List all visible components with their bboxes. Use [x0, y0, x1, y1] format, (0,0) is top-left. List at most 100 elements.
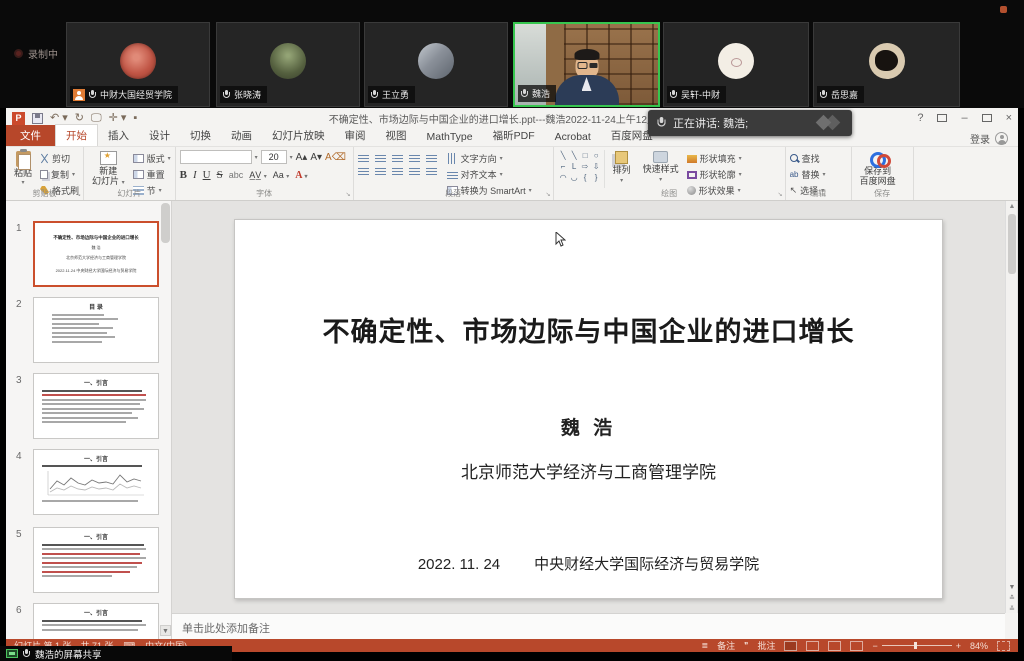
dialog-launcher-icon[interactable]: ↘	[346, 191, 351, 198]
normal-view-button[interactable]	[784, 641, 797, 651]
current-slide[interactable]: 不确定性、市场边际与中国企业的进口增长 魏 浩 北京师范大学经济与工商管理学院 …	[234, 219, 943, 599]
touch-mode-icon[interactable]: ✛ ▾	[109, 112, 127, 125]
align-center-icon[interactable]	[375, 166, 386, 175]
notes-toggle[interactable]: 备注	[717, 639, 735, 652]
dialog-launcher-icon[interactable]: ↘	[76, 191, 81, 198]
save-to-baidu-button[interactable]: 保存到百度网盘	[856, 150, 900, 188]
tab-home[interactable]: 开始	[55, 124, 98, 146]
bold-button[interactable]: B	[180, 169, 187, 181]
next-slide-icon[interactable]: ≚	[1006, 605, 1018, 613]
thumbnail-scrollbar[interactable]	[161, 203, 170, 243]
minimize-button[interactable]: –	[961, 112, 967, 124]
font-size-combobox[interactable]: 20	[261, 150, 287, 164]
fit-to-window-button[interactable]	[997, 641, 1010, 651]
numbering-icon[interactable]	[375, 153, 386, 162]
shape-fill-button[interactable]: 形状填充 ▾	[687, 152, 742, 165]
copy-button[interactable]: 复制 ▾	[40, 168, 79, 181]
tab-review[interactable]: 审阅	[335, 125, 376, 146]
quick-styles-button[interactable]: 快速样式 ▾	[639, 150, 683, 188]
increase-font-icon[interactable]: A▴	[296, 152, 308, 163]
underline-button[interactable]: U	[203, 169, 211, 181]
slideshow-icon[interactable]: 🖵	[91, 112, 102, 125]
participant-tile[interactable]: 张晓涛	[216, 22, 360, 107]
tab-view[interactable]: 视图	[376, 125, 417, 146]
tab-foxit-pdf[interactable]: 福昕PDF	[483, 125, 545, 146]
strikethrough-button[interactable]: S	[217, 169, 223, 181]
participant-tile[interactable]: 中财大国经贸学院	[66, 22, 210, 107]
customize-qat-icon[interactable]: ▪	[133, 112, 137, 125]
change-case-button[interactable]: Aa ▾	[273, 170, 290, 180]
tab-transitions[interactable]: 切换	[180, 125, 221, 146]
zoom-slider-knob[interactable]	[914, 642, 917, 649]
previous-slide-icon[interactable]: ≛	[1006, 594, 1018, 602]
slide-thumbnail[interactable]: 一、引言	[33, 527, 159, 593]
ribbon-display-button[interactable]	[937, 114, 947, 122]
login-area[interactable]: 登录	[970, 131, 1018, 146]
tab-acrobat[interactable]: Acrobat	[545, 128, 601, 146]
font-color-button[interactable]: A ▾	[295, 170, 307, 181]
participant-tile[interactable]: 岳思嘉	[813, 22, 960, 107]
char-spacing-button[interactable]: A̲V̲ ▾	[249, 170, 267, 180]
help-button[interactable]: ?	[917, 112, 923, 124]
tab-animations[interactable]: 动画	[221, 125, 262, 146]
thumbnail-scroll-down-icon[interactable]: ▼	[160, 625, 171, 636]
cut-button[interactable]: 剪切	[40, 152, 79, 165]
text-direction-button[interactable]: 文字方向 ▾	[447, 152, 532, 165]
slideshow-view-button[interactable]	[850, 641, 863, 651]
dialog-launcher-icon[interactable]: ↘	[778, 191, 783, 198]
slide-date-line[interactable]: 2022. 11. 24中央财经大学国际经济与贸易学院	[235, 553, 942, 574]
slide-thumbnail[interactable]: 一、引言	[33, 373, 159, 439]
slide-thumbnail[interactable]: 目 录	[33, 297, 159, 363]
participant-tile[interactable]: 王立勇	[364, 22, 508, 107]
undo-icon[interactable]: ↶ ▾	[50, 112, 68, 125]
font-name-combobox[interactable]	[180, 150, 252, 164]
scroll-down-icon[interactable]: ▼	[1006, 584, 1018, 591]
restore-button[interactable]	[982, 114, 992, 122]
notes-pane[interactable]: 单击此处添加备注	[172, 613, 1005, 640]
shapes-gallery[interactable]: ╲╲□○ ⌐L⇨⇩ ◠◡{}	[558, 150, 605, 188]
justify-icon[interactable]	[409, 166, 420, 175]
shadow-button[interactable]: abc	[229, 170, 244, 180]
powerpoint-logo-icon[interactable]: P	[12, 112, 25, 125]
bullets-icon[interactable]	[358, 153, 369, 162]
tab-insert[interactable]: 插入	[98, 125, 139, 146]
zoom-in-button[interactable]: +	[956, 641, 961, 651]
slide-sorter-view-button[interactable]	[806, 641, 819, 651]
slide-author[interactable]: 魏 浩	[235, 413, 942, 440]
tab-design[interactable]: 设计	[139, 125, 180, 146]
paste-button[interactable]: 粘贴 ▾	[10, 150, 36, 188]
layout-button[interactable]: 版式 ▾	[133, 152, 171, 165]
shape-outline-button[interactable]: 形状轮廓 ▾	[687, 168, 742, 181]
tab-mathtype[interactable]: MathType	[417, 128, 483, 146]
line-spacing-icon[interactable]	[426, 153, 437, 162]
slide-affiliation[interactable]: 北京师范大学经济与工商管理学院	[235, 458, 942, 483]
align-text-button[interactable]: 对齐文本 ▾	[447, 168, 532, 181]
comments-toggle[interactable]: 批注	[757, 639, 775, 652]
slide-thumbnail-selected[interactable]: 不确定性、市场边际与中国企业的进口增长 魏 浩 北京师范大学经济与工商管理学院 …	[33, 221, 159, 287]
participant-tile-speaking[interactable]: 魏浩	[513, 22, 660, 107]
reset-button[interactable]: 重置	[133, 168, 171, 181]
vertical-scrollbar[interactable]: ▲ ▼ ≛ ≚	[1005, 201, 1017, 613]
align-left-icon[interactable]	[358, 166, 369, 175]
new-slide-button[interactable]: 新建幻灯片 ▾	[88, 150, 129, 188]
decrease-indent-icon[interactable]	[392, 153, 403, 162]
columns-icon[interactable]	[426, 166, 437, 175]
reading-view-button[interactable]	[828, 641, 841, 651]
tab-slideshow[interactable]: 幻灯片放映	[262, 125, 335, 146]
clear-formatting-icon[interactable]: A⌫	[325, 152, 346, 163]
slide-title[interactable]: 不确定性、市场边际与中国企业的进口增长	[235, 310, 942, 349]
scroll-up-icon[interactable]: ▲	[1006, 201, 1018, 213]
slide-thumbnail[interactable]: 一、引言	[33, 603, 159, 640]
zoom-out-button[interactable]: −	[872, 641, 877, 651]
tab-file[interactable]: 文件	[6, 125, 55, 146]
zoom-slider[interactable]	[882, 645, 952, 646]
dialog-launcher-icon[interactable]: ↘	[546, 191, 551, 198]
increase-indent-icon[interactable]	[409, 153, 420, 162]
participant-tile[interactable]: 吴轩-中财	[663, 22, 809, 107]
replace-button[interactable]: ab替换 ▾	[790, 168, 826, 181]
save-icon[interactable]	[32, 113, 43, 124]
redo-icon[interactable]: ↻	[75, 112, 84, 125]
slide-thumbnail[interactable]: 一、引言	[33, 449, 159, 515]
italic-button[interactable]: I	[193, 169, 197, 181]
close-button[interactable]: ×	[1006, 112, 1012, 124]
